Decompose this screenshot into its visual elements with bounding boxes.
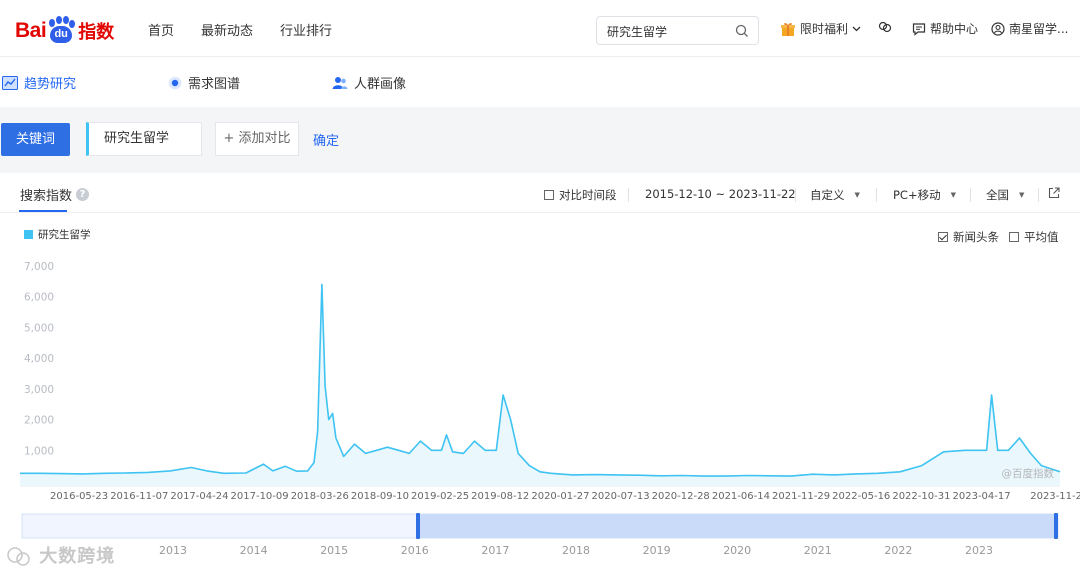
- x-tick-label: 2020-01-27: [531, 491, 589, 502]
- x-tick-label: 2021-06-14: [712, 491, 770, 502]
- timeline-handle-right: [1054, 513, 1058, 539]
- search-index-chart: 1,000 2,000 3,000 4,000 5,000 6,000 7,000 2016-…: [20, 261, 1080, 557]
- x-tick-label: 2019-02-25: [411, 491, 469, 502]
- x-tick-label: 2020-07-13: [592, 491, 650, 502]
- x-tick-label: 2020-12-28: [652, 491, 710, 502]
- y-tick-label: 6,000: [24, 292, 54, 304]
- timeline-handle-left: [416, 513, 420, 539]
- x-tick-label: 2019-08-12: [471, 491, 529, 502]
- y-tick-label: 2,000: [24, 415, 54, 427]
- y-tick-label: 7,000: [24, 261, 54, 273]
- timeline-year-label: 2014: [240, 544, 268, 557]
- x-tick-label: 2017-04-24: [170, 491, 228, 502]
- timeline-year-label: 2013: [159, 544, 187, 557]
- timeline-year-label: 2019: [643, 544, 671, 557]
- y-tick-label: 4,000: [24, 353, 54, 365]
- timeline-year-label: 2022: [884, 544, 912, 557]
- x-tick-label: 2023-04-17: [953, 491, 1011, 502]
- x-tick-label: 2022-05-16: [832, 491, 890, 502]
- timeline-year-label: 2020: [723, 544, 751, 557]
- x-tick-label: 2021-11-29: [772, 491, 830, 502]
- timeline-year-label: 2016: [401, 544, 429, 557]
- page-watermark-text: 大数跨境: [39, 546, 116, 567]
- timeline-year-label: 2015: [320, 544, 348, 557]
- x-tick-label: 2016-11-07: [110, 491, 168, 502]
- x-tick-label: 2023-11-20: [1030, 491, 1080, 502]
- x-tick-label: 2018-03-26: [291, 491, 349, 502]
- page-watermark: 大数跨境: [6, 542, 115, 568]
- timeline-year-label: 2023: [965, 544, 993, 557]
- y-tick-label: 3,000: [24, 384, 54, 396]
- timeline-year-label: 2018: [562, 544, 590, 557]
- wechat-logo-icon: [7, 547, 30, 566]
- series-area: [20, 284, 1060, 486]
- y-tick-label: 5,000: [24, 322, 54, 334]
- x-tick-label: 2016-05-23: [50, 491, 108, 502]
- series-line: [20, 283, 1061, 477]
- timeline-selection: [419, 514, 1057, 538]
- timeline-year-label: 2017: [481, 544, 509, 557]
- chart-watermark: @百度指数: [1002, 467, 1055, 480]
- x-tick-label: 2017-10-09: [231, 491, 289, 502]
- y-tick-label: 1,000: [24, 445, 54, 457]
- x-tick-label: 2018-09-10: [351, 491, 409, 502]
- x-tick-label: 2022-10-31: [892, 491, 950, 502]
- timeline-year-label: 2021: [804, 544, 832, 557]
